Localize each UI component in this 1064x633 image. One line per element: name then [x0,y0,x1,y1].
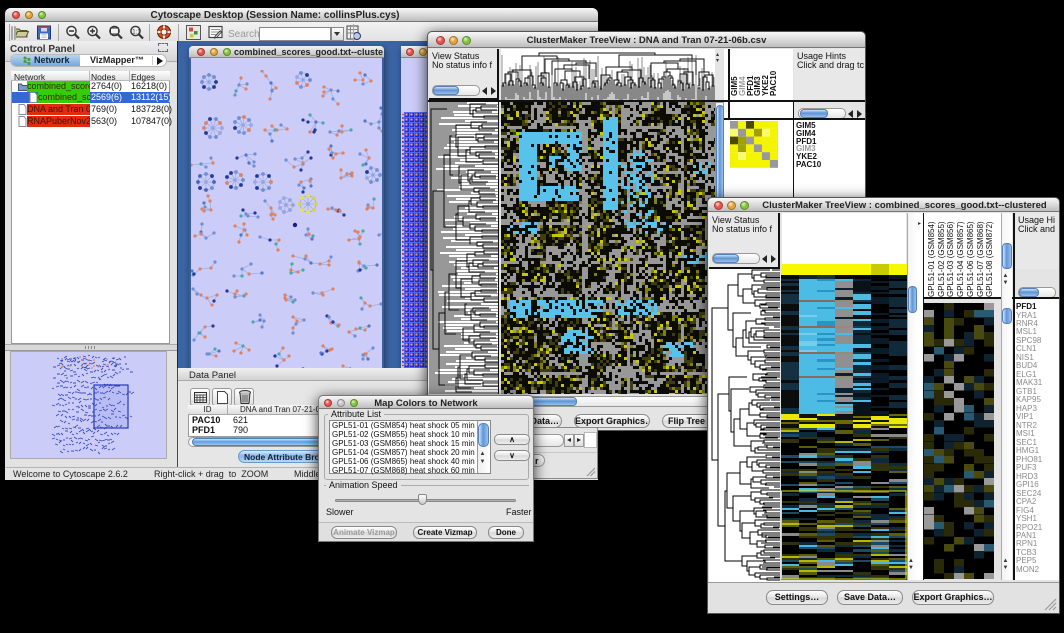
svg-text:1:1: 1:1 [132,30,141,36]
